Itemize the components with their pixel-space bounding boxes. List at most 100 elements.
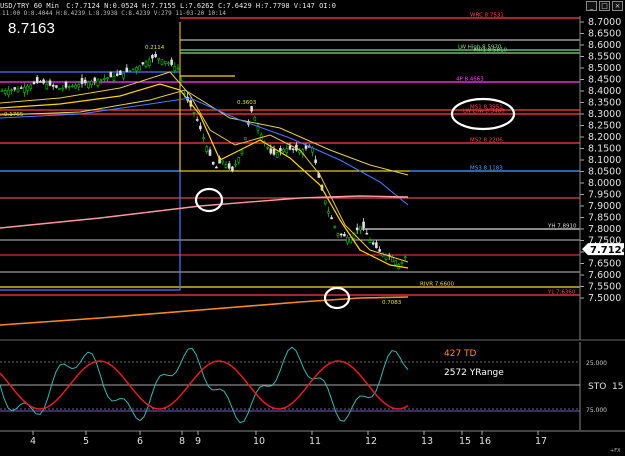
price-tick-label: 8.7000 (588, 17, 621, 28)
candle-body (336, 233, 340, 237)
time-tick-label: 5 (83, 436, 89, 447)
candle-body (80, 77, 84, 84)
candle-body (333, 225, 337, 228)
symbol-title: USD/TRY 60 Min (0, 2, 60, 10)
candle-body (74, 84, 77, 89)
price-tick-label: 8.0000 (588, 178, 621, 189)
close-button[interactable]: × (612, 1, 623, 11)
candle-body (343, 233, 346, 237)
candle-body (243, 137, 247, 140)
candle-body (314, 159, 317, 164)
candle-body (26, 85, 29, 91)
price-tick-label: 7.9000 (588, 201, 621, 212)
time-tick-label: 13 (421, 436, 433, 447)
candle-body (29, 84, 33, 89)
candle-body (378, 249, 381, 252)
price-tick-label: 7.8000 (588, 224, 621, 235)
price-tick-label: 8.5000 (588, 63, 621, 74)
candle-body (160, 59, 164, 65)
candle-body (221, 160, 225, 163)
candle-body (96, 79, 100, 86)
candle-body (138, 65, 141, 71)
candle-body (61, 87, 65, 90)
candle-body (77, 84, 81, 88)
time-tick-label: 10 (253, 436, 265, 447)
time-tick-label: 16 (479, 436, 491, 447)
candle-body (39, 81, 42, 83)
candle-body (250, 106, 253, 112)
candle-body (365, 232, 369, 235)
candle-body (362, 221, 365, 228)
candle-body (154, 53, 157, 58)
candle-body (163, 60, 167, 64)
candle-body (224, 164, 228, 168)
candle-body (55, 85, 58, 88)
candle-body (71, 85, 74, 88)
price-tick-label: 7.6000 (588, 270, 621, 281)
candle-body (112, 75, 116, 81)
price-tick-label: 8.0500 (588, 167, 621, 178)
level-label: MR1 8.5810 (474, 48, 508, 54)
level-label: YH 7.8910 (547, 224, 577, 230)
candle-body (3, 90, 7, 94)
candle-body (35, 76, 39, 84)
candle-body (253, 116, 257, 121)
candle-body (179, 80, 183, 82)
candle-body (128, 70, 132, 72)
candle-body (45, 83, 49, 90)
candle-body (67, 86, 71, 88)
candle-body (215, 166, 218, 169)
candle-body (32, 81, 36, 85)
candle-body (0, 90, 4, 93)
candle-body (327, 211, 330, 214)
price-tick-label: 7.8500 (588, 213, 621, 224)
candle-body (205, 146, 209, 153)
time-tick-label: 12 (365, 436, 377, 447)
sto-label: STO (588, 382, 606, 392)
candle-body (42, 79, 45, 84)
candle-body (400, 262, 404, 264)
candle-body (176, 67, 180, 70)
candle-body (346, 236, 349, 244)
yrange-label: 2572 YRange (444, 368, 504, 378)
candle-body (231, 166, 234, 171)
candle-body (147, 59, 151, 67)
candle-body (109, 72, 113, 78)
quote-values: C:7.7124 N:0.0524 H:7.7155 L:7.6262 C:7.… (66, 2, 336, 10)
candle-body (237, 157, 241, 163)
candle-body (394, 260, 397, 266)
time-tick-label: 6 (137, 436, 143, 447)
candle-body (83, 79, 87, 84)
candle-body (211, 161, 215, 165)
candle-body (23, 86, 26, 93)
price-tick-label: 8.2500 (588, 121, 621, 132)
price-tick-label: 8.5500 (588, 52, 621, 63)
bar-info-line: 11:00 O:8.4044 H:8.4239 L:8.3938 C:8.423… (2, 10, 226, 17)
level-label: RIVR 7.6600 (420, 282, 455, 288)
window-controls: _ □ × (586, 1, 623, 11)
price-annotation: 0.7083 (382, 300, 402, 306)
chart-window[interactable]: WRC 8.7531 LW High 8.5970 MR1 8.5810 4P 8.4… (0, 0, 625, 456)
minimize-button[interactable]: _ (586, 1, 597, 11)
candle-body (375, 242, 378, 249)
candle-body (208, 149, 212, 156)
level-label: YL 7.6360 (547, 290, 576, 296)
price-annotation: 0.1765 (4, 112, 24, 118)
price-tick-label: 7.5000 (588, 293, 621, 304)
price-tick-label: 8.6500 (588, 29, 621, 40)
td-label: 427 TD (444, 349, 477, 359)
candle-body (279, 148, 282, 152)
candle-body (48, 80, 52, 86)
price-annotation: 0.2114 (145, 45, 165, 51)
candle-body (173, 66, 177, 71)
candle-body (151, 55, 154, 59)
price-chart[interactable]: WRC 8.7531LW High 8.5970MR1 8.58104P 8.4… (0, 0, 625, 456)
candle-body (291, 148, 295, 151)
maximize-button[interactable]: □ (599, 1, 610, 11)
price-tick-label: 8.4000 (588, 86, 621, 97)
candle-body (269, 148, 273, 154)
candle-body (93, 77, 97, 81)
price-tick-label: 8.1500 (588, 144, 621, 155)
price-tick-label: 8.3500 (588, 98, 621, 109)
price-tick-label: 7.6500 (588, 259, 621, 270)
